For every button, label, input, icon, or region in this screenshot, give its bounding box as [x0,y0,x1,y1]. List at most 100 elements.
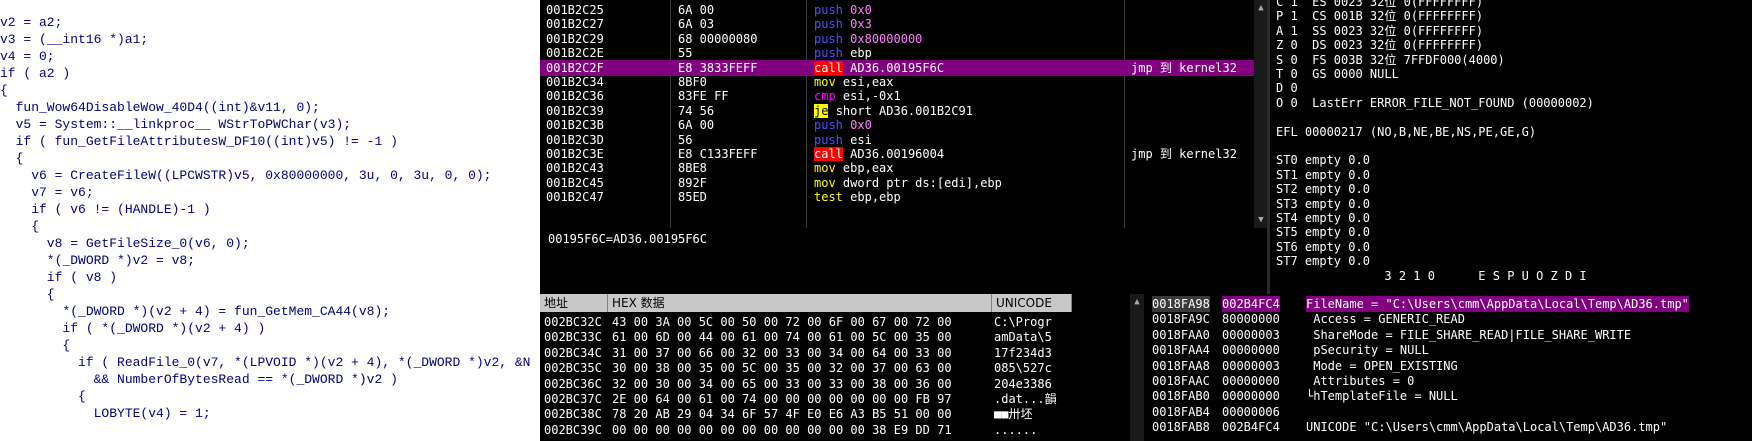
stack-row[interactable]: 0018FAAC 00000000 Attributes = 0 [1146,373,1752,389]
code-line[interactable]: { [0,150,24,167]
instruction-mnemonic: push [814,17,843,32]
stack-value: 00000003 [1222,358,1280,373]
stack-address: 0018FAA8 [1152,358,1210,373]
code-line[interactable]: if ( fun_GetFileAttributesW_DF10((int)v5… [0,133,398,150]
hex-bytes: 32 00 30 00 34 00 65 00 33 00 33 00 38 0… [612,376,952,391]
stack-row[interactable]: 0018FAB4 00000006 [1146,404,1752,420]
code-line[interactable]: if ( v6 != (HANDLE)-1 ) [0,201,210,218]
hex-dump-pane[interactable]: 地址 HEX 数据 UNICODE 002BC32C 43 00 3A 00 5C… [540,294,1130,441]
code-line[interactable]: *(_DWORD *)(v2 + 4) = fun_GetMem_CA44(v8… [0,303,390,320]
code-line[interactable]: { [0,388,86,405]
code-line[interactable]: fun_Wow64DisableWow_40D4((int)&v11, 0); [0,99,320,116]
instruction-operands: AD36.00195F6C [850,60,945,75]
instruction-mnemonic: je [814,103,829,118]
instruction-mnemonic: cmp [814,89,836,104]
disasm-scrollbar[interactable]: ▲ ▼ [1254,0,1268,228]
code-line[interactable]: *(_DWORD *)v2 = v8; [0,252,195,269]
stack-comment: pSecurity = NULL [1306,343,1429,358]
code-line[interactable]: v5 = System::__linkproc__ WStrToPWChar(v… [0,116,351,133]
instruction-mnemonic: push [814,118,843,133]
code-line[interactable]: if ( ReadFile_0(v7, *(LPVOID *)(v2 + 4),… [0,354,531,371]
stack-pane[interactable]: 0018FA98 002B4FC4 FileName = "C:\Users\cmm… [1146,294,1752,441]
code-line[interactable]: if ( *(_DWORD *)(v2 + 4) ) [0,320,265,337]
code-line[interactable]: { [0,82,8,99]
stack-comment: Mode = OPEN_EXISTING [1306,358,1458,373]
stack-comment: UNICODE "C:\Users\cmm\AppData\Local\Temp… [1306,420,1668,435]
hex-address: 002BC35C [544,361,602,376]
instruction-operands: AD36.00196004 [850,147,945,161]
hex-scrollbar[interactable]: ▲ [1130,294,1144,441]
stack-comment: Attributes = 0 [1306,374,1415,388]
scroll-up-icon[interactable]: ▲ [1131,296,1143,308]
hex-header-unicode[interactable]: UNICODE [992,294,1072,312]
disassembly-pane[interactable]: 001B2C25 6A 00 push 0x0 001B2C27 6A 03 push 0… [540,0,1270,228]
registers-pane[interactable]: C 1 ES 0023 32位 0(FFFFFFFF) P 1 CS 001B 3… [1270,0,1752,294]
hex-address: 002BC39C [544,422,602,437]
instruction-mnemonic: call [814,60,843,75]
code-line[interactable]: { [0,218,39,235]
stack-address: 0018FA9C [1152,312,1210,327]
code-line[interactable]: v7 = v6; [0,184,93,201]
instruction-mnemonic: push [814,46,843,61]
instruction-mnemonic: mov [814,75,836,89]
code-line[interactable]: LOBYTE(v4) = 1; [0,405,211,422]
code-line[interactable]: if ( a2 ) [0,65,70,82]
hex-unicode: 17f234d3 [994,345,1052,360]
hex-bytes: 00 00 00 00 00 00 00 00 00 00 00 00 38 E… [612,422,952,437]
stack-comment: └hTemplateFile = NULL [1306,389,1458,404]
hex-unicode: 085\527c [994,361,1052,376]
instruction-mnemonic: push [814,132,843,147]
code-line[interactable]: && NumberOfBytesRead == *(_DWORD *)v2 ) [0,371,398,388]
code-line[interactable]: v6 = CreateFileW((LPCWSTR)v5, 0x80000000… [0,167,491,184]
stack-row[interactable]: 0018FAA8 00000003 Mode = OPEN_EXISTING [1146,358,1752,374]
instruction-mnemonic: mov [814,175,836,190]
code-line[interactable]: v8 = GetFileSize_0(v6, 0); [0,235,250,252]
instruction-operands: ebp,ebp [850,190,901,205]
hex-bytes: 61 00 6D 00 44 00 61 00 74 00 61 00 5C 0… [612,330,952,345]
instruction-operands: dword ptr ds:[edi],ebp [842,175,1002,190]
instruction-operands: short AD36.001B2C91 [835,103,973,118]
hex-unicode: amData\5 [994,330,1052,345]
hex-unicode: ■■卅坯 [994,407,1033,422]
stack-row[interactable]: 0018FAB8 002B4FC4 UNICODE "C:\Users\cmm\Ap… [1146,419,1752,435]
stack-row[interactable]: 0018FAA0 00000003 ShareMode = FILE_SHARE_… [1146,327,1752,343]
instruction-operands: 0x0 [850,3,872,17]
instruction-operands: esi [850,132,872,147]
stack-address: 0018FAAC [1152,374,1210,388]
instruction-mnemonic: mov [814,161,836,176]
hex-address: 002BC33C [544,330,602,345]
instruction-operands: ebp,eax [842,161,894,176]
stack-row[interactable]: 0018FA9C 80000000 Access = GENERIC_READ [1146,311,1752,327]
code-line[interactable]: { [0,286,55,303]
hex-unicode: 204e3386 [994,376,1052,391]
disasm-row[interactable]: 001B2C47 85ED test ebp,ebp [540,189,1255,205]
hex-header-data[interactable]: HEX 数据 [608,294,992,312]
register-row[interactable]: 3 2 1 0 E S P U O Z D I [1276,268,1586,284]
code-line[interactable]: { [0,337,70,354]
register-row[interactable]: O 0 LastErr ERROR_FILE_NOT_FOUND (000000… [1276,95,1594,111]
info-text: 00195F6C=AD36.00195F6C [548,232,707,246]
stack-row[interactable]: 0018FAA4 00000000 pSecurity = NULL [1146,342,1752,358]
stack-value: 00000006 [1222,404,1280,419]
hex-header-address[interactable]: 地址 [540,294,608,312]
scroll-up-icon[interactable]: ▲ [1255,2,1267,14]
scroll-down-icon[interactable]: ▼ [1255,214,1267,226]
instruction-mnemonic: push [814,31,843,46]
hex-address: 002BC32C [544,315,602,329]
instruction-mnemonic: push [814,3,843,17]
register-row[interactable]: EFL 00000217 (NO,B,NE,BE,NS,PE,GE,G) [1276,124,1536,140]
hex-address: 002BC38C [544,407,602,422]
code-line[interactable]: v2 = a2; [0,14,62,31]
stack-address: 0018FAB8 [1152,420,1210,435]
code-line[interactable]: v3 = (__int16 *)a1; [0,31,148,48]
pseudocode-pane[interactable]: v2 = a2; v3 = (__int16 *)a1; v4 = 0; if ( a… [0,0,540,441]
stack-address: 0018FAB0 [1152,389,1210,404]
stack-value: 00000000 [1222,374,1280,388]
code-line[interactable]: v4 = 0; [0,48,55,65]
instruction-operands: 0x3 [850,17,872,32]
stack-comment: ShareMode = FILE_SHARE_READ|FILE_SHARE_W… [1306,327,1632,342]
instruction-bytes: 85ED [678,190,707,205]
code-line[interactable]: if ( v8 ) [0,269,117,286]
stack-row[interactable]: 0018FA98 002B4FC4 FileName = "C:\Users\cmm… [1146,296,1752,312]
stack-row[interactable]: 0018FAB0 00000000 └hTemplateFile = NULL [1146,388,1752,404]
